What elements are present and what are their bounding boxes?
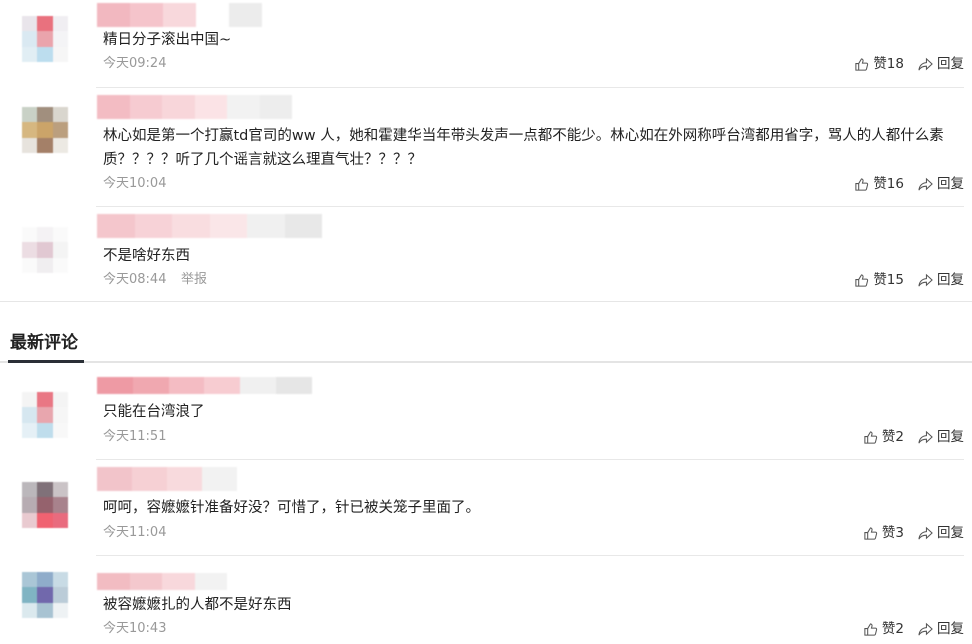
- like-count: 赞15: [873, 272, 904, 288]
- comment-actions: 赞3 回复: [849, 524, 964, 542]
- comment-text: 精日分子滚出中国~: [103, 32, 232, 48]
- comment-text: 林心如是第一个打赢td官司的ww 人，她和霍建华当年带头发声一点都不能少。林心如…: [103, 128, 944, 168]
- comment-actions: 赞18 回复: [840, 55, 964, 73]
- comment-text: 被容嬷嬷扎的人都不是好东西: [103, 597, 292, 613]
- username-blurred[interactable]: [97, 573, 227, 590]
- comment-actions: 赞2 回复: [849, 620, 964, 638]
- avatar[interactable]: [22, 227, 68, 273]
- reply-label: 回复: [937, 176, 964, 192]
- thumbs-up-icon: [855, 177, 869, 191]
- avatar[interactable]: [22, 107, 68, 153]
- like-button[interactable]: 赞18: [854, 55, 904, 73]
- reply-button[interactable]: 回复: [918, 271, 964, 289]
- like-count: 赞18: [873, 56, 904, 72]
- thumbs-up-icon: [864, 526, 878, 540]
- avatar[interactable]: [22, 572, 68, 618]
- like-button[interactable]: 赞3: [863, 524, 904, 542]
- comment-text: 只能在台湾浪了: [103, 404, 205, 420]
- comment-time: 今天10:04: [103, 176, 167, 191]
- reply-label: 回复: [937, 56, 964, 72]
- divider: [96, 555, 964, 556]
- section-divider: [0, 301, 972, 302]
- share-arrow-icon: [918, 430, 933, 443]
- like-count: 赞3: [881, 525, 904, 541]
- comment-text: 不是啥好东西: [103, 248, 190, 264]
- share-arrow-icon: [918, 273, 933, 286]
- username-blurred[interactable]: [97, 467, 237, 491]
- like-button[interactable]: 赞2: [863, 620, 904, 638]
- thumbs-up-icon: [855, 57, 869, 71]
- reply-label: 回复: [937, 429, 964, 445]
- reply-button[interactable]: 回复: [918, 524, 964, 542]
- reply-button[interactable]: 回复: [918, 175, 964, 193]
- section-line: [0, 361, 972, 363]
- report-link[interactable]: 举报: [181, 271, 207, 289]
- comment-actions: 赞2 回复: [849, 428, 964, 446]
- section-underline: [8, 360, 84, 363]
- username-blurred[interactable]: [97, 214, 322, 238]
- username-blurred[interactable]: [97, 377, 312, 394]
- avatar[interactable]: [22, 482, 68, 528]
- thumbs-up-icon: [864, 622, 878, 636]
- reply-button[interactable]: 回复: [918, 428, 964, 446]
- divider: [96, 459, 964, 460]
- share-arrow-icon: [918, 622, 933, 635]
- thumbs-up-icon: [855, 273, 869, 287]
- like-count: 赞2: [881, 621, 904, 637]
- reply-button[interactable]: 回复: [918, 620, 964, 638]
- username-blurred[interactable]: [97, 95, 292, 119]
- reply-label: 回复: [937, 272, 964, 288]
- comment-time: 今天11:04: [103, 525, 167, 540]
- divider: [96, 206, 964, 207]
- avatar[interactable]: [22, 16, 68, 62]
- share-arrow-icon: [918, 57, 933, 70]
- comment-time: 今天11:51: [103, 429, 167, 444]
- reply-label: 回复: [937, 621, 964, 637]
- comment-actions: 赞16 回复: [840, 175, 964, 193]
- comment-time: 今天10:43: [103, 621, 167, 636]
- share-arrow-icon: [918, 177, 933, 190]
- like-button[interactable]: 赞15: [854, 271, 904, 289]
- comment-time: 今天08:44: [103, 272, 167, 287]
- like-button[interactable]: 赞16: [854, 175, 904, 193]
- username-blurred[interactable]: [97, 3, 262, 27]
- section-title: 最新评论: [10, 333, 78, 353]
- share-arrow-icon: [918, 526, 933, 539]
- thumbs-up-icon: [864, 430, 878, 444]
- comment-text: 呵呵，容嬷嬷针准备好没？可惜了，针已被关笼子里面了。: [103, 500, 480, 516]
- like-count: 赞2: [881, 429, 904, 445]
- comment-actions: 赞15 回复: [840, 271, 964, 289]
- reply-label: 回复: [937, 525, 964, 541]
- divider: [96, 87, 964, 88]
- comment-time: 今天09:24: [103, 56, 167, 71]
- reply-button[interactable]: 回复: [918, 55, 964, 73]
- like-button[interactable]: 赞2: [863, 428, 904, 446]
- avatar[interactable]: [22, 392, 68, 438]
- like-count: 赞16: [873, 176, 904, 192]
